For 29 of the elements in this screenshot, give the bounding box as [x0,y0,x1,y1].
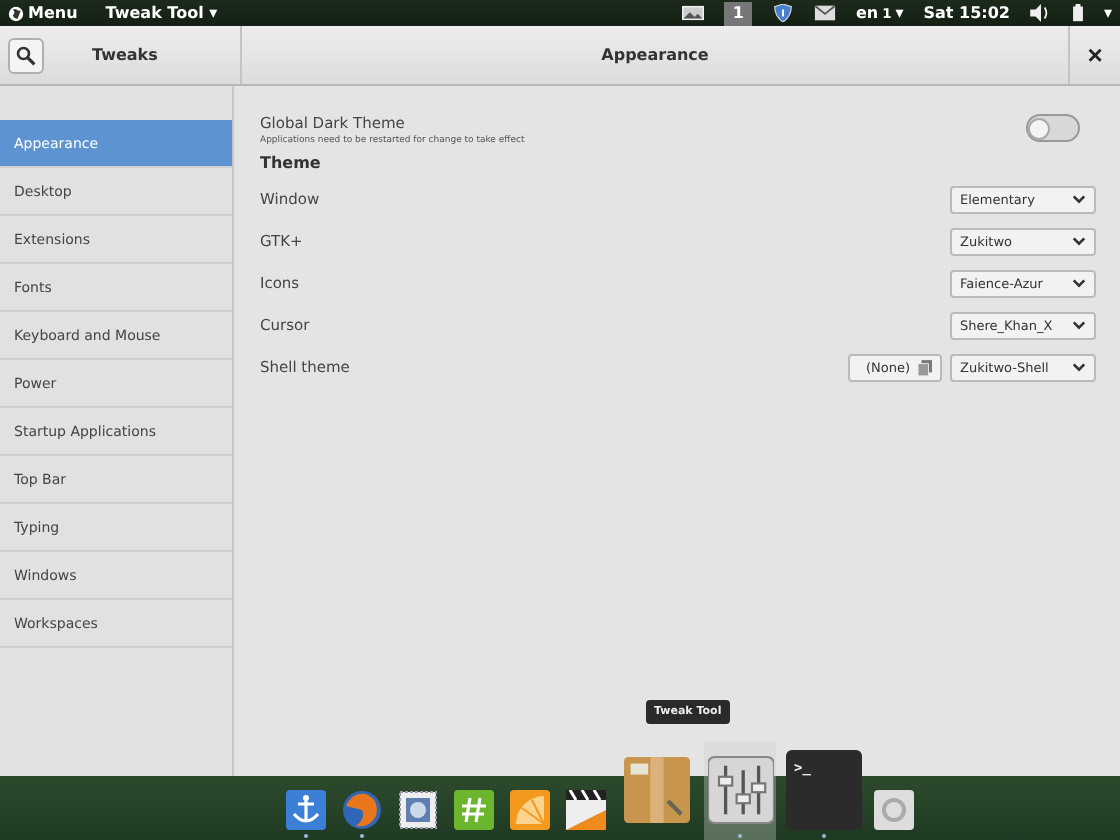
sidebar-title: Tweaks [92,46,158,64]
section-heading: Theme [260,154,323,172]
shield-icon[interactable] [771,4,794,22]
menu-button[interactable]: Menu [8,4,78,22]
chevron-down-icon [1072,194,1086,204]
clapperboard-icon[interactable] [566,790,606,830]
sliders-icon[interactable] [707,750,773,830]
battery-icon[interactable] [1071,4,1084,22]
chevron-down-icon [1072,278,1086,288]
search-button[interactable] [8,37,44,73]
system-menu-caret[interactable]: ▾ [1103,4,1112,22]
document-icon [918,359,932,375]
toggle-switch[interactable] [1026,114,1080,142]
window-title: Appearance [599,46,711,64]
picture-tray-icon[interactable] [682,4,705,22]
mail-icon[interactable] [813,4,836,22]
clock[interactable]: Sat 15:02 [923,4,1010,22]
stamp-icon[interactable] [398,790,438,830]
search-icon [16,45,36,65]
chevron-down-icon [1072,320,1086,330]
chevron-down-icon [1072,236,1086,246]
chevron-down-icon [1072,362,1086,372]
anchor-icon[interactable] [286,790,326,830]
app-menu[interactable]: Tweak Tool ▾ [105,4,218,22]
volume-icon[interactable] [1029,4,1052,22]
globe-fox-icon[interactable] [342,790,382,830]
globe-icon [8,5,24,21]
workspace-indicator[interactable]: 1 [724,1,752,25]
close-button[interactable]: × [1068,26,1120,84]
